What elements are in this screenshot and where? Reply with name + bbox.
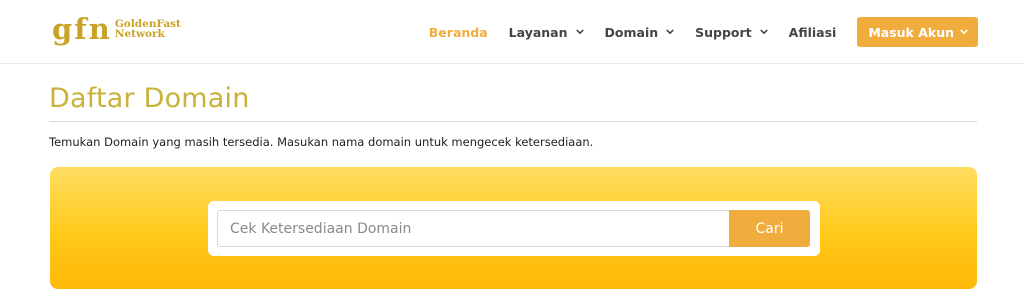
logo-wordmark: GoldenFast Network: [114, 19, 181, 40]
login-button[interactable]: Masuk Akun: [857, 17, 978, 47]
search-button[interactable]: Cari: [729, 210, 810, 247]
main-nav: Beranda Layanan Domain Support Afiliasi …: [408, 0, 978, 64]
login-button-label: Masuk Akun: [868, 24, 954, 40]
nav-item-label: Support: [695, 24, 752, 40]
nav-item-label: Beranda: [428, 24, 488, 40]
logo-mark: gfn: [52, 11, 112, 46]
logo-line-2: Network: [114, 28, 165, 40]
nav-item-label: Layanan: [508, 24, 568, 40]
domain-search-form: Cari: [208, 201, 820, 256]
chevron-down-icon: [666, 29, 674, 34]
top-navbar: gfn GoldenFast Network Beranda Layanan D…: [0, 0, 1024, 64]
chevron-down-icon: [960, 29, 968, 34]
nav-item-beranda[interactable]: Beranda: [429, 25, 488, 40]
page-title: Daftar Domain: [49, 83, 250, 114]
domain-search-input[interactable]: [217, 210, 729, 247]
nav-item-layanan[interactable]: Layanan: [509, 25, 584, 40]
chevron-down-icon: [575, 29, 584, 34]
nav-item-afiliasi[interactable]: Afiliasi: [789, 25, 837, 40]
chevron-down-icon: [760, 29, 768, 34]
nav-item-support[interactable]: Support: [695, 25, 768, 40]
page-intro-text: Temukan Domain yang masih tersedia. Masu…: [49, 135, 594, 149]
domain-search-panel: Cari: [50, 167, 977, 289]
title-divider: [49, 121, 977, 122]
nav-item-label: Afiliasi: [788, 24, 837, 40]
nav-item-label: Domain: [604, 24, 659, 40]
nav-item-domain[interactable]: Domain: [605, 25, 675, 40]
gfn-logo[interactable]: gfn GoldenFast Network: [52, 12, 181, 46]
